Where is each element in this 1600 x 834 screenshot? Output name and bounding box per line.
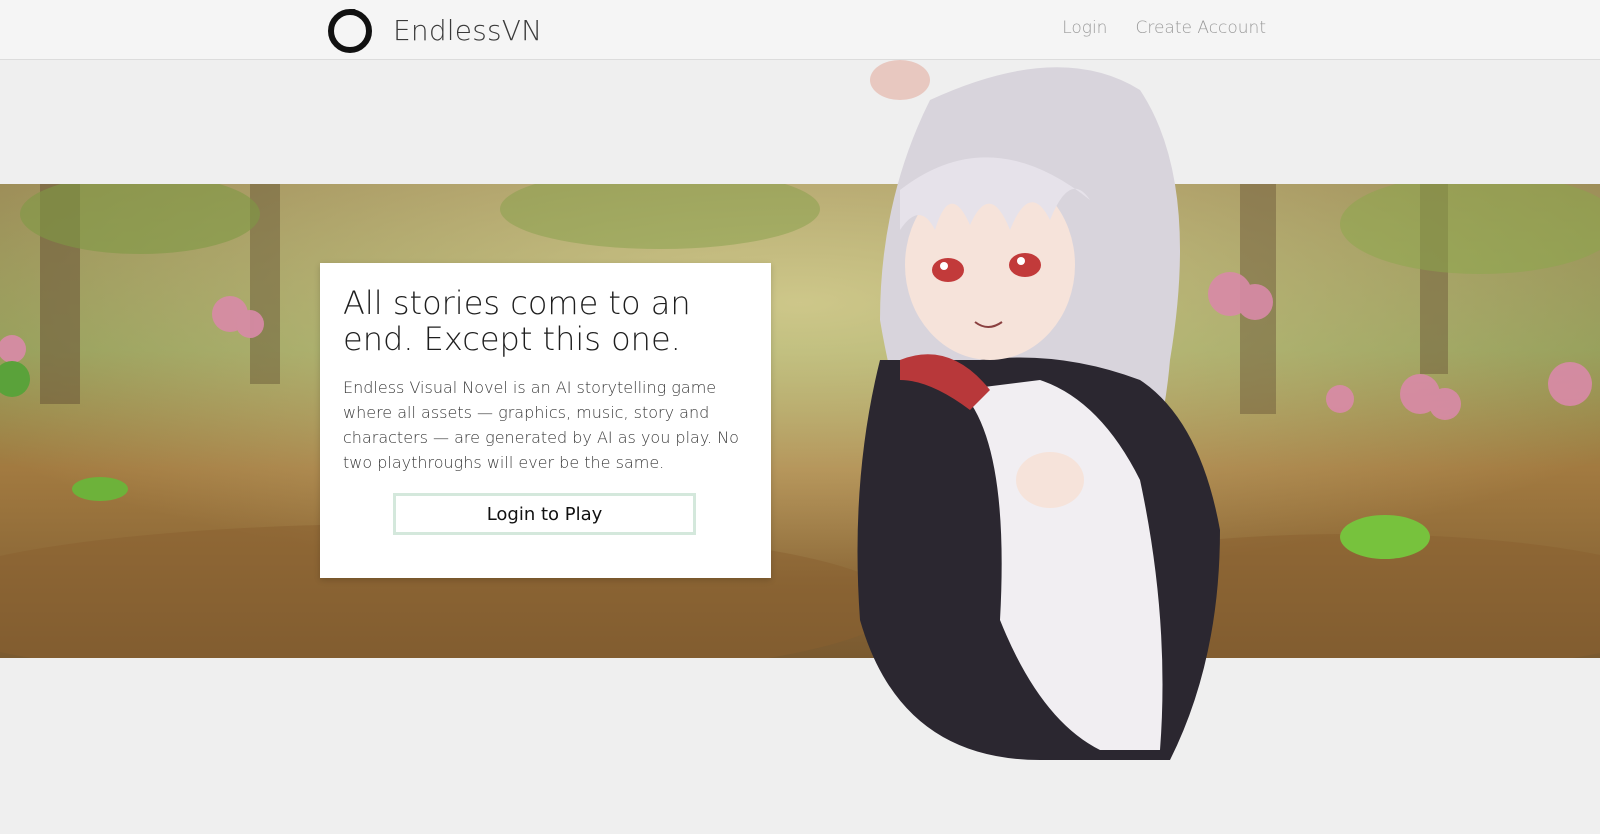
nav-links: Login Create Account <box>1062 18 1266 38</box>
hero-headline: All stories come to an end. Except this … <box>343 284 691 358</box>
login-link[interactable]: Login <box>1062 18 1107 38</box>
brand-name: EndlessVN <box>393 13 543 47</box>
create-account-link[interactable]: Create Account <box>1135 18 1266 38</box>
hero-card: All stories come to an end. Except this … <box>320 263 771 578</box>
ouroboros-icon <box>328 9 372 53</box>
login-to-play-button[interactable]: Login to Play <box>393 493 696 535</box>
hero-description: Endless Visual Novel is an AI storytelli… <box>343 378 739 472</box>
character-illustration <box>857 60 1220 760</box>
brand[interactable]: EndlessVN <box>326 6 542 54</box>
hero-background-image <box>0 184 1600 658</box>
top-navbar: EndlessVN Login Create Account <box>0 0 1600 60</box>
